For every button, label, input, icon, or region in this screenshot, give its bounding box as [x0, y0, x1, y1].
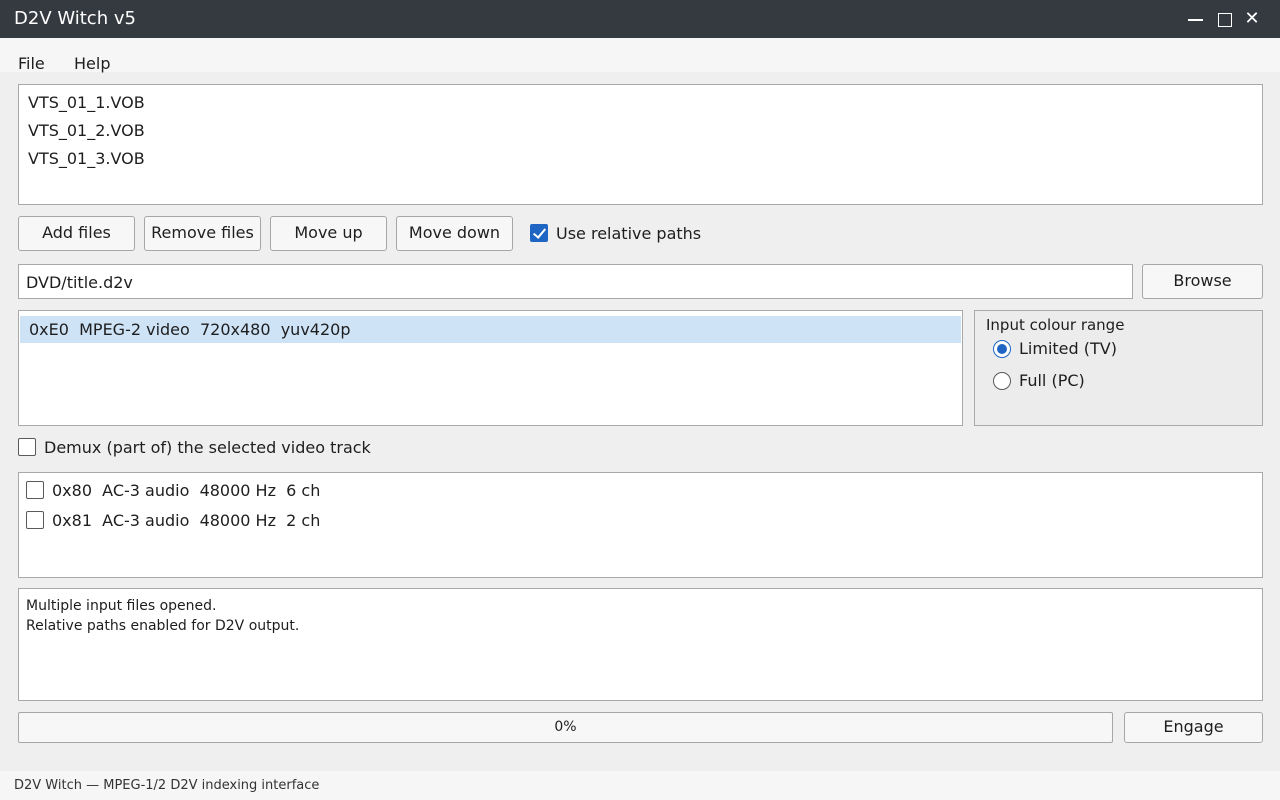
video-track-list[interactable]: 0xE0 MPEG-2 video 720x480 yuv420p	[18, 310, 963, 426]
log-line: Relative paths enabled for D2V output.	[26, 618, 300, 634]
input-file-list[interactable]: VTS_01_1.VOB VTS_01_2.VOB VTS_01_3.VOB	[18, 84, 1263, 205]
limited-range-label: Limited (TV)	[1019, 339, 1117, 358]
audio-track-list[interactable]: 0x80 AC-3 audio 48000 Hz 6 ch 0x81 AC-3 …	[18, 472, 1263, 578]
progress-bar: 0%	[18, 712, 1113, 743]
add-files-button[interactable]: Add files	[18, 216, 135, 251]
move-down-button[interactable]: Move down	[396, 216, 513, 251]
log-line: Multiple input files opened.	[26, 598, 217, 614]
close-icon[interactable]: ✕	[1241, 8, 1263, 30]
menu-file[interactable]: File	[18, 54, 45, 73]
video-track-row[interactable]: 0xE0 MPEG-2 video 720x480 yuv420p	[20, 316, 961, 343]
relative-paths-label: Use relative paths	[556, 224, 702, 243]
remove-files-button[interactable]: Remove files	[144, 216, 261, 251]
status-bar: D2V Witch — MPEG-1/2 D2V indexing interf…	[0, 771, 1280, 800]
limited-range-radio[interactable]	[993, 340, 1011, 358]
title-bar: D2V Witch v5 ✕	[0, 0, 1280, 38]
file-list-item[interactable]: VTS_01_1.VOB	[28, 93, 145, 112]
full-range-radio[interactable]	[993, 372, 1011, 390]
full-range-label: Full (PC)	[1019, 371, 1085, 390]
audio-track-label: 0x80 AC-3 audio 48000 Hz 6 ch	[52, 481, 321, 500]
output-path-field[interactable]: DVD/title.d2v	[18, 264, 1133, 299]
colour-range-title: Input colour range	[986, 316, 1125, 334]
audio-track-label: 0x81 AC-3 audio 48000 Hz 2 ch	[52, 511, 321, 530]
file-list-item[interactable]: VTS_01_2.VOB	[28, 121, 145, 140]
progress-text: 0%	[554, 719, 577, 735]
audio-track-checkbox[interactable]	[26, 481, 44, 499]
move-up-button[interactable]: Move up	[270, 216, 387, 251]
menu-help[interactable]: Help	[74, 54, 110, 73]
colour-range-group: Input colour range Limited (TV) Full (PC…	[974, 310, 1263, 426]
engage-button[interactable]: Engage	[1124, 712, 1263, 743]
demux-video-label: Demux (part of) the selected video track	[44, 438, 371, 457]
file-list-item[interactable]: VTS_01_3.VOB	[28, 149, 145, 168]
browse-button[interactable]: Browse	[1142, 264, 1263, 299]
demux-video-checkbox[interactable]	[18, 438, 36, 456]
minimize-icon[interactable]	[1185, 8, 1207, 30]
log-output[interactable]: Multiple input files opened. Relative pa…	[18, 588, 1263, 701]
relative-paths-checkbox[interactable]	[530, 224, 548, 242]
window-title: D2V Witch v5	[14, 8, 136, 29]
audio-track-checkbox[interactable]	[26, 511, 44, 529]
menu-bar: File Help	[0, 38, 1280, 73]
maximize-icon[interactable]	[1213, 8, 1235, 30]
